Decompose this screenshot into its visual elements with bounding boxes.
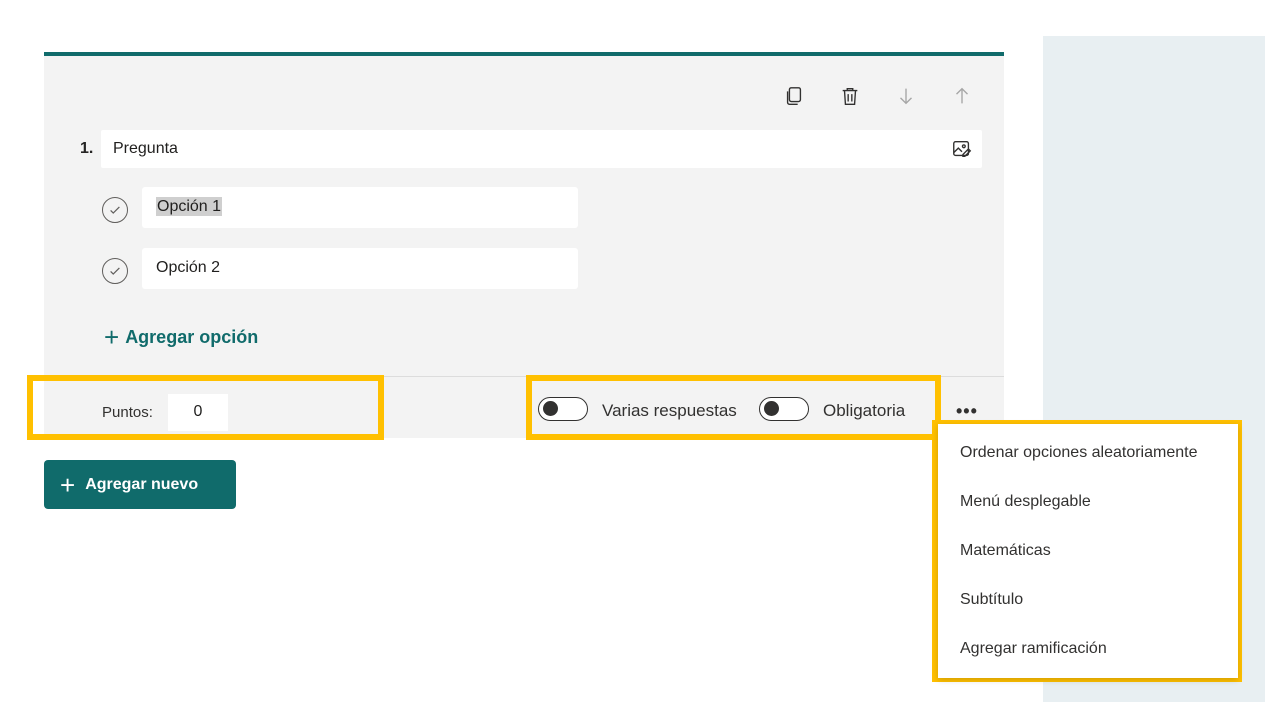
points-highlight xyxy=(27,375,384,440)
toggles-highlight xyxy=(526,375,941,440)
add-new-label: Agregar nuevo xyxy=(85,475,199,493)
option-radio[interactable] xyxy=(102,197,128,223)
trash-icon[interactable] xyxy=(838,84,862,108)
menu-item-subtitle[interactable]: Subtítulo xyxy=(960,591,1023,609)
plus-icon: + xyxy=(104,322,120,352)
more-options-menu: Ordenar opciones aleatoriamente Menú des… xyxy=(938,424,1238,678)
menu-item-dropdown[interactable]: Menú desplegable xyxy=(960,493,1091,511)
add-option-label: Agregar opción xyxy=(125,326,259,347)
menu-item-shuffle[interactable]: Ordenar opciones aleatoriamente xyxy=(960,444,1197,462)
arrow-up-icon[interactable] xyxy=(950,84,974,108)
option-input[interactable]: Opción 1 xyxy=(142,187,578,228)
copy-icon[interactable] xyxy=(782,84,806,108)
plus-icon: + xyxy=(60,469,76,500)
insert-media-icon[interactable] xyxy=(950,137,974,161)
option-label: Opción 2 xyxy=(156,259,221,276)
question-title-input[interactable]: Pregunta xyxy=(101,130,982,168)
add-new-button[interactable]: + Agregar nuevo xyxy=(44,460,236,509)
menu-item-branching[interactable]: Agregar ramificación xyxy=(960,640,1107,658)
option-label: Opción 1 xyxy=(156,197,223,216)
question-number: 1. xyxy=(80,140,94,157)
add-option-button[interactable]: + Agregar opción xyxy=(104,324,258,350)
option-input[interactable]: Opción 2 xyxy=(142,248,578,289)
menu-item-math[interactable]: Matemáticas xyxy=(960,542,1051,560)
arrow-down-icon[interactable] xyxy=(894,84,918,108)
more-options-icon[interactable]: ••• xyxy=(956,401,978,422)
option-radio[interactable] xyxy=(102,258,128,284)
